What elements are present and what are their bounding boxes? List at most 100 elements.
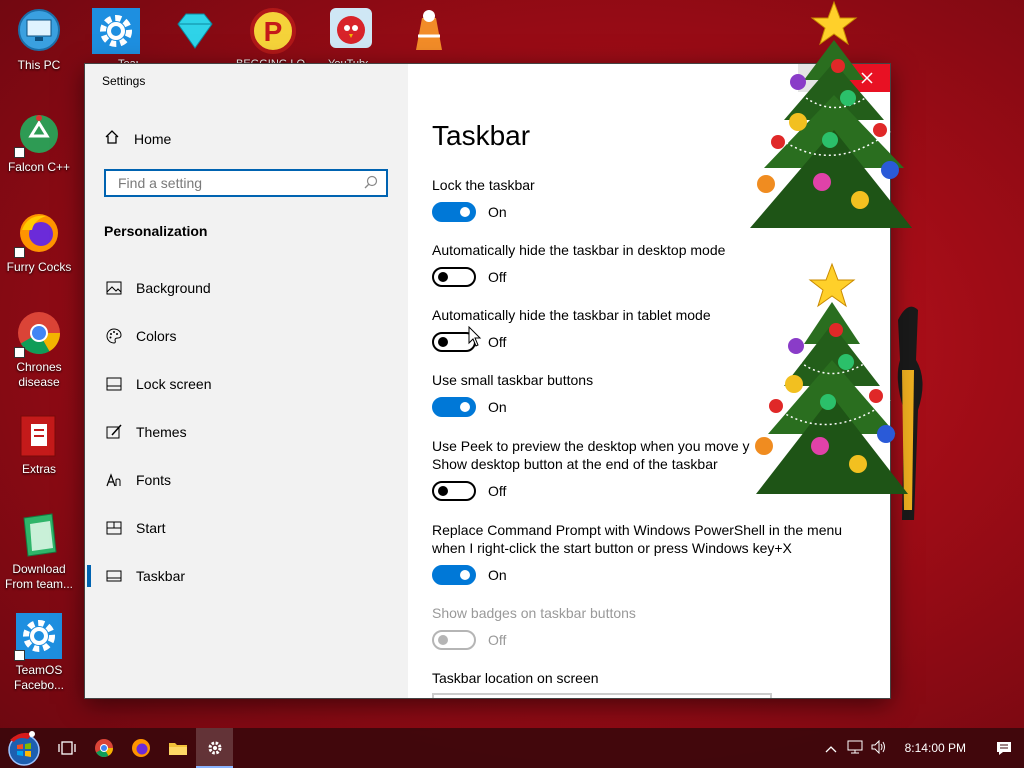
desktop-icon-extras[interactable]: Extras [2, 412, 76, 477]
taskbar-explorer-button[interactable] [159, 728, 196, 768]
lock-taskbar-toggle[interactable] [432, 202, 476, 222]
christmas-tree-decoration [750, 0, 912, 228]
desktop-icon-label: Furry Cocks [6, 260, 72, 274]
desktop-icon-firefox[interactable]: Furry Cocks [2, 210, 76, 275]
image-icon [105, 280, 123, 296]
sidebar-item-themes[interactable]: Themes [85, 408, 408, 456]
taskbar: 8:14:00 PM [0, 728, 1024, 768]
desktop-icon-chrome[interactable]: Chrones disease [2, 310, 76, 390]
sidebar-item-label: Themes [136, 424, 187, 440]
desktop-top-icon-teamos[interactable] [92, 8, 152, 54]
lock-screen-icon [105, 376, 123, 392]
sidebar-item-label: Background [136, 280, 211, 296]
gear-icon [14, 613, 62, 661]
action-center-icon[interactable] [984, 728, 1024, 768]
desktop-top-icon-diamond[interactable] [172, 8, 232, 54]
firefox-icon [14, 210, 62, 258]
start-icon [105, 520, 123, 536]
setting-label: Show badges on taskbar buttons [432, 605, 636, 621]
chrome-icon [14, 310, 62, 358]
setting-powershell: Replace Command Prompt with Windows Powe… [432, 521, 862, 585]
settings-gear-icon [208, 741, 221, 755]
desktop-icon-label: TeamOS Facebo... [13, 663, 65, 692]
system-tray: 8:14:00 PM [819, 728, 1024, 768]
volume-icon[interactable] [867, 739, 891, 757]
autohide-desktop-toggle[interactable] [432, 267, 476, 287]
desktop-top-icon-bird[interactable] [330, 8, 390, 54]
setting-location: Taskbar location on screen [432, 669, 862, 687]
sidebar-item-colors[interactable]: Colors [85, 312, 408, 360]
angry-bird-icon [330, 8, 372, 48]
sidebar-item-label: Fonts [136, 472, 172, 488]
peek-toggle[interactable] [432, 481, 476, 501]
font-icon [105, 472, 123, 488]
toggle-state: Off [488, 632, 507, 648]
desktop-icon-label: This PC [17, 58, 61, 72]
desktop-top-icon-p[interactable]: P [248, 8, 308, 54]
toggle-state: Off [488, 334, 507, 350]
sidebar-item-label: Lock screen [136, 376, 212, 392]
svg-text:P: P [264, 16, 283, 47]
christmas-tree-decoration [755, 262, 908, 494]
candle-icon [416, 10, 442, 50]
monitor-icon [16, 8, 62, 54]
recycle-bin-icon [14, 110, 62, 158]
setting-badges: Show badges on taskbar buttons Off [432, 604, 862, 650]
sidebar-item-fonts[interactable]: Fonts [85, 456, 408, 504]
home-label: Home [134, 131, 172, 147]
chrome-icon [94, 739, 113, 758]
desktop-icon-label: Extras [21, 462, 56, 476]
start-button[interactable] [0, 728, 48, 768]
setting-label: Automatically hide the taskbar in deskto… [432, 242, 726, 258]
toggle-state: On [488, 399, 507, 415]
sidebar-item-lock-screen[interactable]: Lock screen [85, 360, 408, 408]
sidebar-nav: Background Colors Lock screen Themes Fon… [85, 264, 408, 600]
desktop-icon-falcon[interactable]: Falcon C++ [2, 110, 76, 175]
location-dropdown[interactable] [432, 693, 772, 698]
task-view-button[interactable] [48, 728, 85, 768]
sidebar-item-start[interactable]: Start [85, 504, 408, 552]
diamond-icon [177, 13, 213, 49]
clock[interactable]: 8:14:00 PM [905, 741, 966, 755]
badges-toggle [432, 630, 476, 650]
gear-icon [92, 8, 140, 54]
palette-icon [105, 328, 123, 344]
sidebar-item-label: Colors [136, 328, 177, 344]
file-explorer-icon [168, 743, 187, 755]
task-view-icon [57, 741, 76, 755]
mouse-cursor [468, 326, 482, 347]
desktop-icon-download[interactable]: Download From team... [2, 512, 76, 592]
taskbar-firefox-button[interactable] [122, 728, 159, 768]
desktop-top-icon-candle[interactable] [408, 8, 468, 54]
start-orb-icon [8, 731, 40, 766]
search-input[interactable] [116, 174, 364, 192]
desktop-icon-this-pc[interactable]: This PC [2, 8, 76, 73]
setting-label-line1: Replace Command Prompt with Windows Powe… [432, 522, 843, 538]
sidebar-item-background[interactable]: Background [85, 264, 408, 312]
toggle-state: Off [488, 483, 507, 499]
desktop-icon-label: Chrones disease [16, 360, 62, 389]
setting-label: Taskbar location on screen [432, 670, 599, 686]
sidebar-item-label: Start [136, 520, 166, 536]
taskbar-chrome-button[interactable] [85, 728, 122, 768]
brush-icon [105, 424, 123, 440]
home-link[interactable]: Home [104, 128, 171, 150]
powershell-toggle[interactable] [432, 565, 476, 585]
sidebar-item-label: Taskbar [136, 568, 186, 584]
desktop-icon-label: Download From team... [4, 562, 73, 591]
search-box[interactable] [104, 169, 388, 197]
folder-gift-icon [16, 412, 62, 458]
firefox-icon [131, 739, 150, 757]
sidebar-item-taskbar[interactable]: Taskbar [85, 552, 408, 600]
desktop-icon-teamos[interactable]: TeamOS Facebo... [2, 613, 76, 693]
taskbar-icon [105, 568, 123, 584]
taskbar-settings-button[interactable] [196, 728, 233, 768]
desktop-icon-label: Falcon C++ [7, 160, 71, 174]
section-header: Personalization [104, 223, 208, 239]
chevron-up-icon[interactable] [819, 741, 843, 756]
page-title: Taskbar [432, 120, 531, 151]
p-badge-icon: P [250, 8, 296, 54]
small-buttons-toggle[interactable] [432, 397, 476, 417]
network-icon[interactable] [843, 740, 867, 757]
settings-sidebar: Settings Home Personalization Background… [85, 64, 408, 698]
